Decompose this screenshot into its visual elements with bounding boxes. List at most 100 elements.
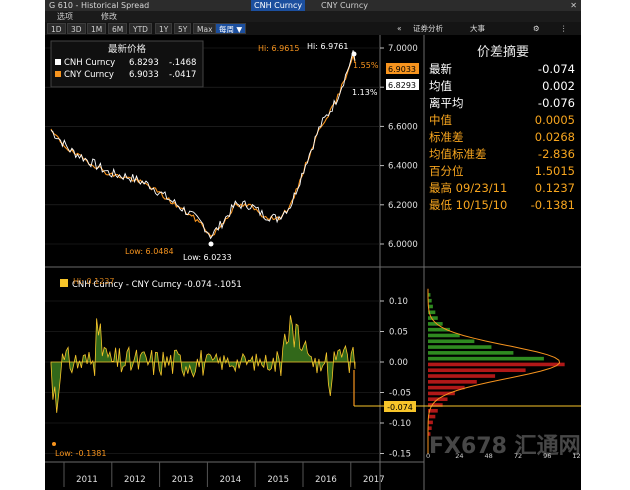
spread-area: [50, 315, 356, 413]
histogram-bar: [428, 333, 460, 338]
summary-row-zscore: 均值标准差 -2.836: [429, 146, 575, 163]
range-max-button[interactable]: Max: [193, 23, 217, 34]
histogram-bar: [428, 385, 465, 390]
upper-y-tick-label: 6.2000: [388, 201, 418, 211]
range-5y-button[interactable]: 5Y: [174, 23, 192, 34]
lower-y-tick-label: 0.05: [389, 328, 408, 338]
summary-value: 0.002: [542, 79, 575, 93]
security2-field[interactable]: CNY Curncy: [321, 0, 368, 11]
histogram-bar: [428, 380, 477, 384]
upper-pct1-label: 1.55%: [353, 61, 379, 70]
upper-y-tick-label: 6.0000: [388, 240, 418, 250]
summary-row-from-mean: 离平均 -0.076: [429, 95, 575, 112]
upper-hi-white-label: Hi: 6.9761: [307, 42, 348, 51]
histogram-bar: [428, 351, 514, 355]
summary-value: -2.836: [537, 147, 575, 161]
lower-y-tick-label: -0.05: [389, 389, 411, 399]
histogram-bar: [428, 368, 526, 373]
x-tick-label: 2011: [76, 475, 98, 485]
upper-hi-marker: [351, 51, 357, 57]
summary-value: 1.5015: [534, 164, 575, 178]
lower-y-tick-label: 0.10: [389, 297, 408, 307]
lower-tag-text: -0.074: [387, 403, 413, 412]
upper-low-orange-label: Low: 6.0484: [125, 247, 174, 256]
security1-field[interactable]: CNH Curncy: [251, 0, 306, 11]
menu-options[interactable]: 选项: [57, 11, 73, 22]
summary-row-mean: 均值 0.002: [429, 78, 575, 95]
lower-y-tick-label: 0.00: [389, 358, 408, 368]
legend-cny-name: CNY Curncy: [64, 70, 114, 80]
upper-hi-orange-label: Hi: 6.9615: [258, 44, 299, 53]
upper-y-tick-label: 6.4000: [388, 162, 418, 172]
summary-row-high: 最高 09/23/11 0.1237: [429, 180, 575, 197]
histogram-bar: [428, 356, 544, 361]
legend-swatch-cnh: [55, 59, 61, 65]
upper-legend: 最新价格 CNH Curncy 6.8293 -.1468 CNY Curncy…: [50, 40, 204, 88]
summary-row-median: 中值 0.0005: [429, 112, 575, 129]
range-3d-button[interactable]: 3D: [67, 23, 86, 34]
title-bar: G 610 - Historical Spread CNH Curncy CNY…: [45, 0, 581, 11]
summary-value: -0.076: [537, 96, 575, 110]
summary-row-low: 最低 10/15/10 -0.1381: [429, 197, 575, 214]
more-icon[interactable]: ⋮: [560, 22, 568, 35]
legend-cnh-last: 6.8293: [129, 58, 159, 68]
range-6m-button[interactable]: 6M: [108, 23, 128, 34]
histogram-bar: [428, 339, 475, 344]
events-button[interactable]: 大事: [470, 22, 485, 35]
summary-label: 中值: [429, 113, 452, 127]
summary-label: 最新: [429, 62, 452, 76]
summary-label: 标准差: [429, 130, 464, 144]
range-1m-button[interactable]: 1M: [87, 23, 107, 34]
upper-y-tick-label: 7.0000: [388, 44, 418, 54]
histogram-bar: [428, 374, 496, 378]
summary-value: -0.1381: [530, 198, 575, 212]
summary-value: 0.1237: [534, 181, 575, 195]
summary-label: 百分位: [429, 164, 464, 178]
summary-value: 0.0005: [534, 113, 575, 127]
x-tick-label: 2012: [124, 475, 146, 485]
range-1d-button[interactable]: 1D: [47, 23, 66, 34]
lower-legend-swatch: [60, 279, 68, 287]
summary-row-percentile: 百分位 1.5015: [429, 163, 575, 180]
menu-modify[interactable]: 修改: [101, 11, 117, 22]
lower-low-label: Low: -0.1381: [55, 449, 106, 458]
upper-low-marker: [208, 241, 214, 247]
legend-cny-last: 6.9033: [129, 70, 159, 80]
upper-low-white-label: Low: 6.0233: [183, 253, 232, 262]
close-icon[interactable]: ✕: [570, 0, 577, 11]
legend-cnh-name: CNH Curncy: [64, 58, 115, 68]
upper-y-tick-label: 6.6000: [388, 122, 418, 132]
summary-label: 离平均: [429, 96, 464, 110]
x-tick-label: 2013: [172, 475, 194, 485]
lower-y-tick-label: -0.15: [389, 450, 411, 460]
legend-swatch-cny: [55, 71, 61, 77]
x-tick-label: 2017: [363, 475, 385, 485]
lower-low-marker: [52, 442, 56, 446]
menu-bar: 选项 修改: [45, 11, 581, 22]
x-tick-label: 2014: [220, 475, 242, 485]
security-analysis-button[interactable]: 证券分析: [413, 22, 443, 35]
settings-icon[interactable]: ⚙: [533, 22, 540, 35]
lower-hi-label: Hi: 0.1237: [73, 277, 114, 286]
summary-title: 价差摘要: [476, 45, 529, 60]
summary-row-stdev: 标准差 0.0268: [429, 129, 575, 146]
x-tick-label: 2015: [267, 475, 289, 485]
watermark: FX678 汇通网: [429, 434, 581, 459]
summary-label: 最低 10/15/10: [429, 198, 508, 212]
panel-toggle-icon[interactable]: «: [397, 22, 402, 35]
x-tick-label: 2016: [315, 475, 337, 485]
range-ytd-button[interactable]: YTD: [129, 23, 152, 34]
frequency-dropdown[interactable]: 每周 ▼: [215, 23, 247, 34]
histogram-bar: [428, 345, 492, 349]
range-1y-button[interactable]: 1Y: [155, 23, 173, 34]
summary-label: 最高 09/23/11: [429, 181, 508, 195]
upper-pct2-label: 1.13%: [352, 88, 378, 97]
legend-cny-change: -.0417: [169, 70, 196, 80]
lower-y-tick-label: -0.10: [389, 419, 411, 429]
historical-spread-window: G 610 - Historical Spread CNH Curncy CNY…: [45, 0, 581, 490]
summary-value: 0.0268: [534, 130, 575, 144]
summary-label: 均值标准差: [429, 147, 487, 161]
summary-row-latest: 最新 -0.074: [429, 61, 575, 78]
summary-label: 均值: [429, 79, 452, 93]
histogram-bar: [428, 362, 565, 367]
